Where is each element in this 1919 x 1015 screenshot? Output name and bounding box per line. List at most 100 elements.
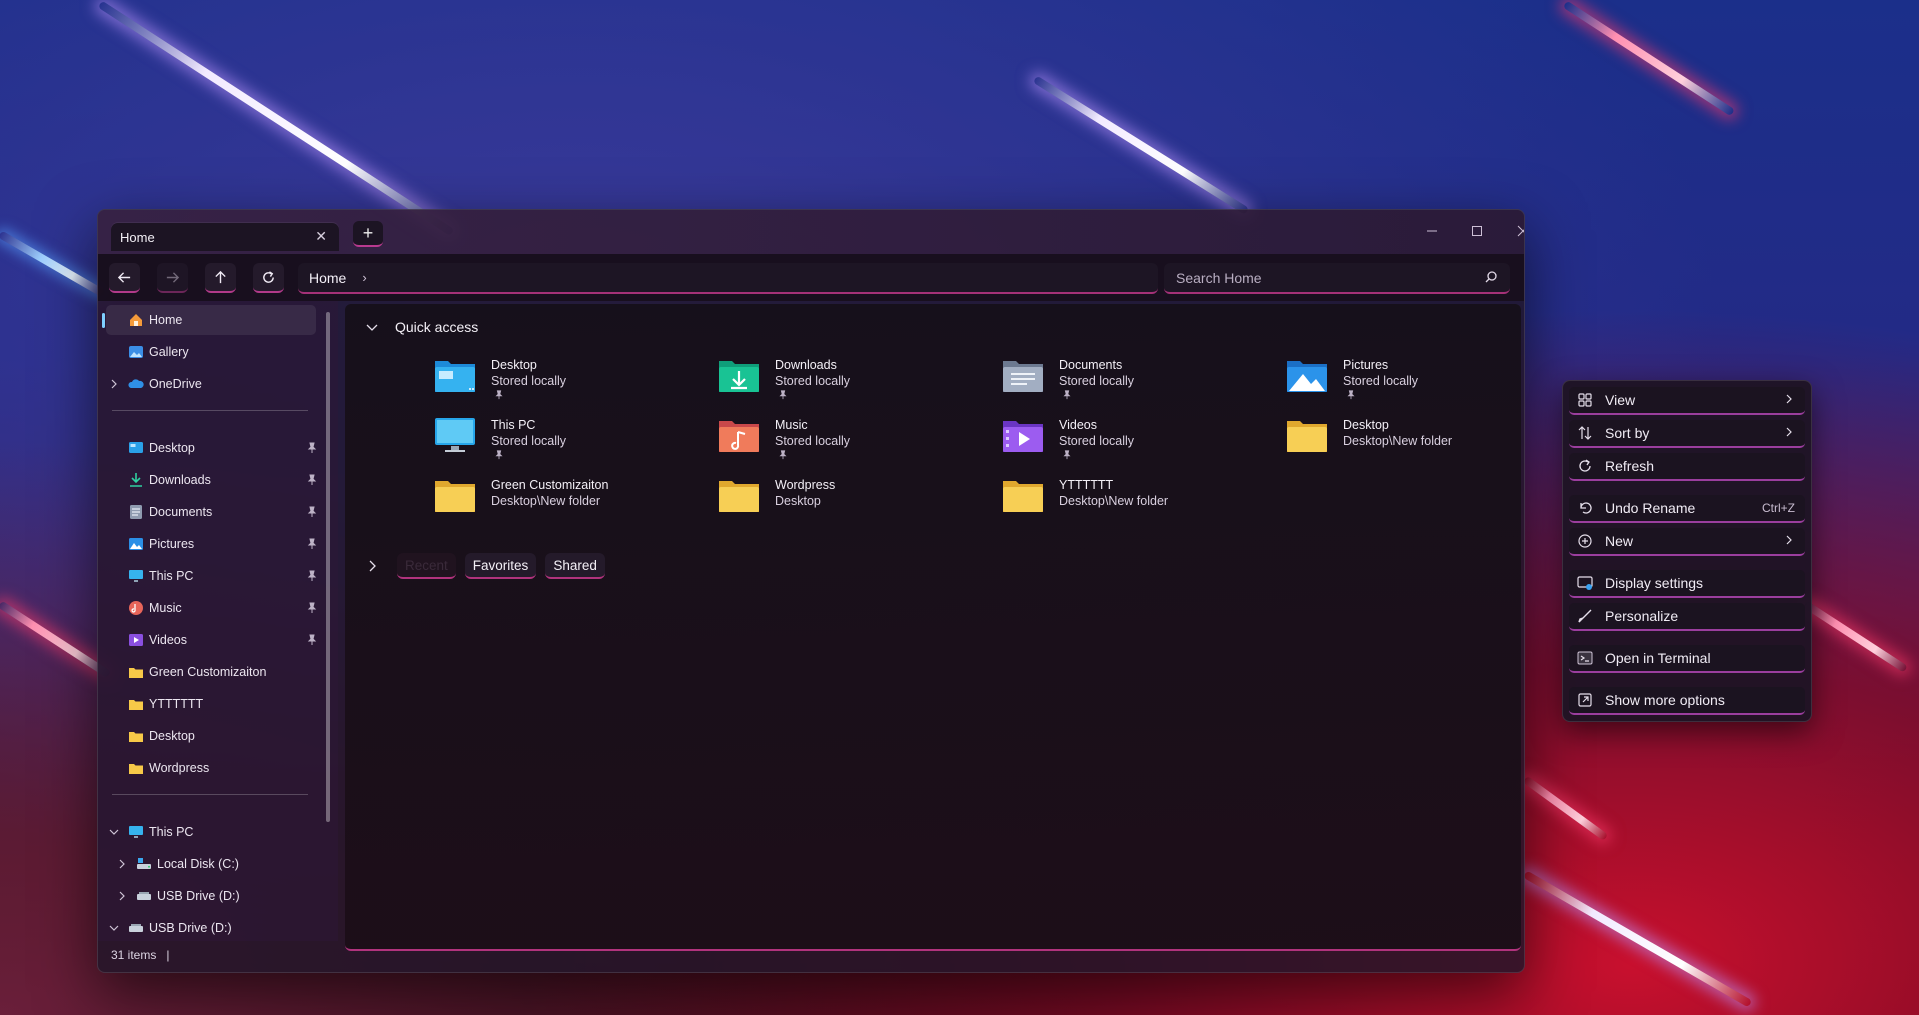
quick-access-location: Desktop\New folder	[491, 494, 601, 508]
breadcrumb-home[interactable]: Home	[309, 270, 346, 286]
new-tab-button[interactable]: +	[353, 221, 383, 247]
status-bar: 31 items |	[98, 938, 338, 972]
sidebar-scrollbar[interactable]	[326, 312, 330, 822]
minimize-button[interactable]	[1410, 215, 1454, 247]
personalize-brush-icon	[1578, 609, 1592, 623]
sidebar-item-gallery[interactable]: Gallery	[106, 337, 316, 367]
breadcrumb-chevron-icon[interactable]: ›	[362, 270, 366, 285]
quick-access-location: Stored locally	[1059, 374, 1135, 388]
chevron-down-icon[interactable]	[365, 320, 379, 334]
sidebar-item-videos[interactable]: Videos	[106, 625, 318, 655]
sidebar-item-usb-drive-d[interactable]: USB Drive (D:)	[106, 881, 316, 911]
menu-item-new[interactable]: New	[1569, 528, 1805, 556]
quick-access-item-this-pc[interactable]: This PC Stored locally	[434, 414, 704, 460]
pin-icon[interactable]	[306, 442, 318, 454]
pin-icon[interactable]	[306, 506, 318, 518]
refresh-button[interactable]	[253, 263, 284, 293]
pin-icon[interactable]	[306, 538, 318, 550]
quick-access-item-green-customizaiton[interactable]: Green Customizaiton Desktop\New folder	[434, 474, 704, 518]
chip-recent[interactable]: Recent	[397, 553, 456, 579]
close-tab-icon[interactable]: ✕	[315, 228, 327, 245]
up-button[interactable]	[205, 263, 236, 293]
menu-item-open-in-terminal[interactable]: Open in Terminal	[1569, 645, 1805, 673]
sidebar-item-yttttttt[interactable]: YTTTTTT	[106, 689, 316, 719]
quick-access-name: Music	[775, 418, 808, 432]
sidebar-item-label: Green Customizaiton	[149, 665, 267, 679]
chip-shared[interactable]: Shared	[545, 553, 605, 579]
sidebar-item-music[interactable]: Music	[106, 593, 318, 623]
menu-item-label: Display settings	[1605, 575, 1704, 591]
address-bar[interactable]: Home ›	[298, 263, 1158, 294]
close-window-button[interactable]	[1501, 215, 1524, 247]
sidebar-item-this-pc-tree[interactable]: This PC	[106, 817, 316, 847]
quick-access-item-documents[interactable]: Documents Stored locally	[1002, 354, 1272, 400]
tab-home[interactable]: Home ✕	[111, 223, 339, 251]
chevron-right-icon	[1786, 427, 1792, 437]
sidebar-item-downloads[interactable]: Downloads	[106, 465, 318, 495]
quick-access-item-downloads[interactable]: Downloads Stored locally	[718, 354, 988, 400]
sidebar-item-wordpress[interactable]: Wordpress	[106, 753, 316, 783]
quick-access-location: Stored locally	[1343, 374, 1419, 388]
menu-item-label: Show more options	[1605, 692, 1725, 708]
forward-button[interactable]	[157, 263, 188, 293]
menu-item-label: Personalize	[1605, 608, 1679, 624]
chevron-right-icon[interactable]	[365, 559, 379, 573]
menu-item-undo-rename[interactable]: Undo Rename Ctrl+Z	[1569, 495, 1805, 523]
back-button[interactable]	[109, 263, 140, 293]
menu-item-display-settings[interactable]: Display settings	[1569, 570, 1805, 598]
sidebar-item-onedrive[interactable]: OneDrive	[106, 369, 316, 399]
sidebar-item-green-customizaiton[interactable]: Green Customizaiton	[106, 657, 316, 687]
sidebar-item-local-disk-c[interactable]: Local Disk (C:)	[106, 849, 316, 879]
sidebar-divider	[112, 794, 308, 795]
pictures-icon	[129, 538, 143, 550]
quick-access-header[interactable]: Quick access	[365, 316, 478, 338]
quick-access-item-music[interactable]: Music Stored locally	[718, 414, 988, 460]
quick-access-item-desktop[interactable]: Desktop Stored locally	[434, 354, 704, 400]
quick-access-item-yttttttt[interactable]: YTTTTTT Desktop\New folder	[1002, 474, 1272, 518]
sidebar-item-desktop[interactable]: Desktop	[106, 433, 318, 463]
menu-item-label: New	[1605, 533, 1634, 549]
quick-access-location: Desktop	[775, 494, 821, 508]
menu-item-refresh[interactable]: Refresh	[1569, 453, 1805, 481]
chevron-down-icon[interactable]	[108, 826, 120, 838]
quick-access-item-videos[interactable]: Videos Stored locally	[1002, 414, 1272, 460]
pin-icon[interactable]	[306, 474, 318, 486]
folder-icon	[129, 700, 143, 710]
pictures-folder-icon	[1287, 361, 1327, 392]
chevron-right-icon[interactable]	[116, 890, 128, 902]
quick-access-item-pictures[interactable]: Pictures Stored locally	[1286, 354, 1524, 400]
sidebar-item-pictures[interactable]: Pictures	[106, 529, 318, 559]
pin-icon[interactable]	[306, 602, 318, 614]
menu-item-personalize[interactable]: Personalize	[1569, 603, 1805, 631]
search-input[interactable]: Search Home	[1164, 263, 1510, 294]
menu-item-view[interactable]: View	[1569, 387, 1805, 415]
sidebar-item-label: Desktop	[149, 729, 195, 743]
folder-icon	[129, 668, 143, 678]
menu-item-label: Sort by	[1605, 425, 1650, 441]
sidebar-item-this-pc[interactable]: This PC	[106, 561, 318, 591]
menu-item-label: Undo Rename	[1605, 500, 1696, 516]
quick-access-item-wordpress[interactable]: Wordpress Desktop	[718, 474, 988, 518]
pin-icon[interactable]	[306, 570, 318, 582]
menu-item-show-more-options[interactable]: Show more options	[1569, 687, 1805, 715]
quick-access-item-desktop-new-folder[interactable]: Desktop Desktop\New folder	[1286, 414, 1524, 458]
sidebar-item-label: Downloads	[149, 473, 211, 487]
chip-favorites[interactable]: Favorites	[464, 553, 537, 579]
quick-access-name: Green Customizaiton	[491, 478, 609, 492]
chevron-right-icon[interactable]	[116, 858, 128, 870]
menu-item-sort-by[interactable]: Sort by	[1569, 420, 1805, 448]
chevron-right-icon[interactable]	[108, 378, 120, 390]
chevron-down-icon[interactable]	[108, 922, 120, 934]
maximize-button[interactable]	[1455, 215, 1499, 247]
sidebar-item-label: USB Drive (D:)	[149, 921, 232, 935]
sidebar-item-home[interactable]: Home	[102, 305, 316, 335]
sidebar-item-desktop-folder[interactable]: Desktop	[106, 721, 316, 751]
minimize-icon	[1427, 230, 1437, 232]
sidebar-item-label: Videos	[149, 633, 187, 647]
undo-icon	[1580, 502, 1592, 514]
sidebar-item-label: Pictures	[149, 537, 195, 551]
chevron-right-icon	[1786, 394, 1792, 404]
sidebar-item-documents[interactable]: Documents	[106, 497, 318, 527]
quick-access-name: Downloads	[775, 358, 837, 372]
pin-icon[interactable]	[306, 634, 318, 646]
